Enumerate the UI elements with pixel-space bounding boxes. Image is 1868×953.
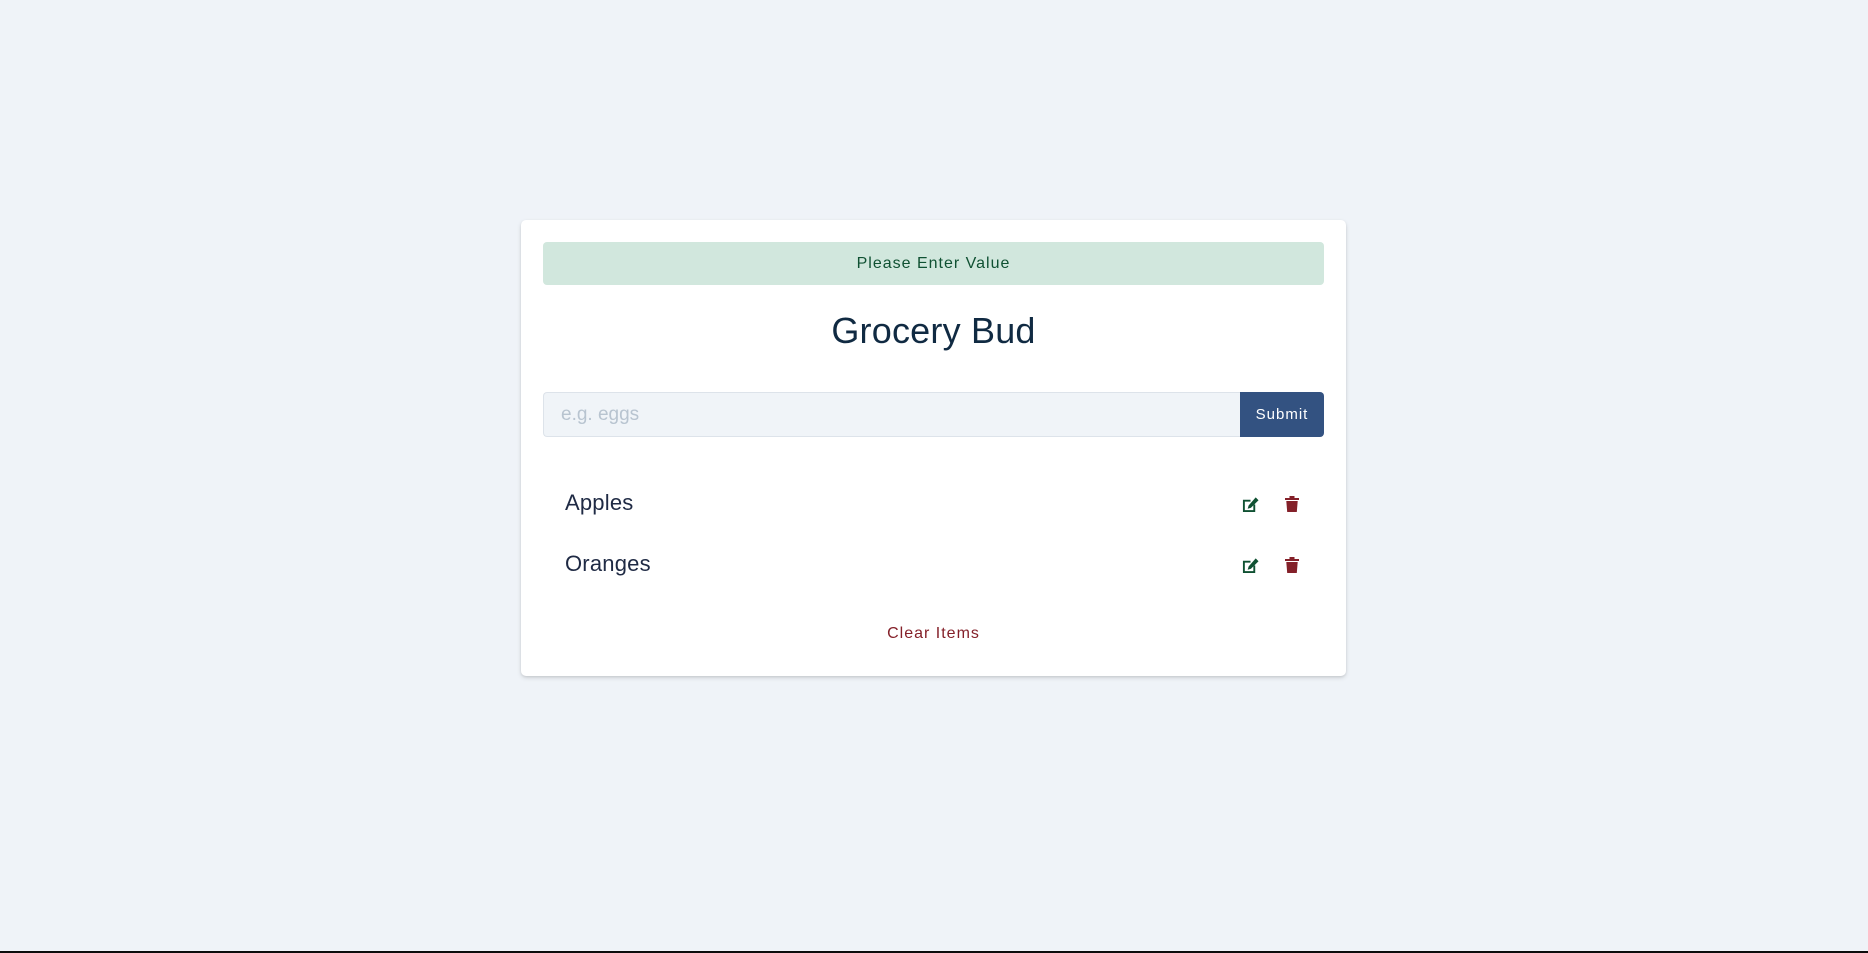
delete-button[interactable] bbox=[1282, 555, 1302, 575]
list-item: Apples bbox=[543, 484, 1324, 545]
edit-button[interactable] bbox=[1240, 555, 1260, 575]
trash-icon bbox=[1285, 496, 1299, 512]
submit-button[interactable]: Submit bbox=[1240, 392, 1324, 437]
list-item: Oranges bbox=[543, 545, 1324, 606]
delete-button[interactable] bbox=[1282, 494, 1302, 514]
alert-text: Please Enter Value bbox=[856, 254, 1011, 272]
alert-banner: Please Enter Value bbox=[543, 242, 1324, 285]
grocery-list: Apples Oranges bbox=[543, 484, 1324, 606]
edit-icon bbox=[1242, 496, 1259, 512]
grocery-card: Please Enter Value Grocery Bud Submit Ap… bbox=[521, 220, 1346, 676]
grocery-form: Submit bbox=[543, 392, 1324, 437]
edit-icon bbox=[1242, 557, 1259, 573]
grocery-input[interactable] bbox=[543, 392, 1240, 437]
page-background: Please Enter Value Grocery Bud Submit Ap… bbox=[0, 0, 1868, 951]
clear-items-button[interactable]: Clear Items bbox=[521, 625, 1346, 643]
item-actions bbox=[1240, 494, 1302, 514]
item-actions bbox=[1240, 555, 1302, 575]
trash-icon bbox=[1285, 557, 1299, 573]
item-title: Oranges bbox=[565, 551, 651, 576]
page-title: Grocery Bud bbox=[831, 310, 1036, 351]
item-title: Apples bbox=[565, 490, 634, 515]
edit-button[interactable] bbox=[1240, 494, 1260, 514]
